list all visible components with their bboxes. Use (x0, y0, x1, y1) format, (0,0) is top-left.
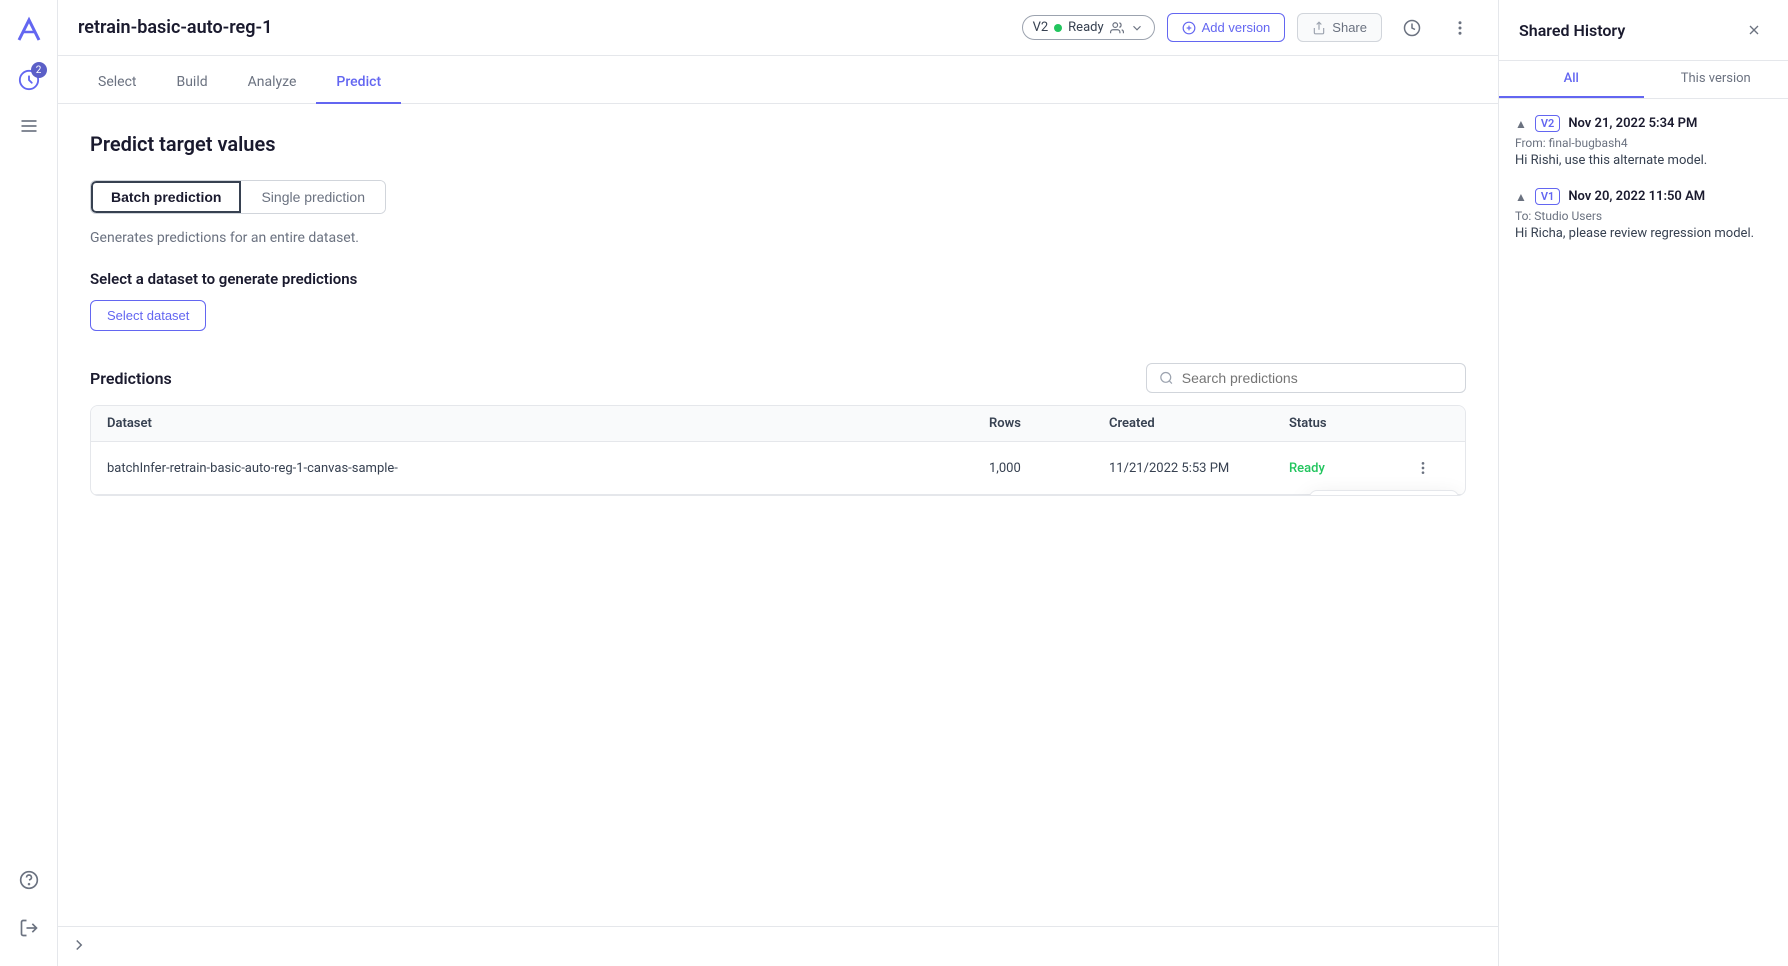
history-item-2-date: Nov 20, 2022 11:50 AM (1568, 189, 1705, 204)
cell-rows: 1,000 (989, 461, 1109, 476)
nav-icon-with-badge[interactable]: 2 (9, 60, 49, 100)
version-badge[interactable]: V2 Ready (1022, 15, 1155, 40)
panel-header: Shared History (1499, 0, 1788, 61)
notification-badge: 2 (31, 62, 47, 78)
history-item-1-msg: Hi Rishi, use this alternate model. (1515, 153, 1772, 168)
history-item-1-header: ▲ V2 Nov 21, 2022 5:34 PM (1515, 115, 1772, 132)
col-actions (1409, 416, 1449, 431)
page-title: retrain-basic-auto-reg-1 (78, 17, 1010, 38)
select-dataset-label: Select a dataset to generate predictions (90, 270, 1466, 288)
table-row: batchInfer-retrain-basic-auto-reg-1-canv… (91, 442, 1465, 495)
table-header: Dataset Rows Created Status (91, 406, 1465, 442)
panel-tab-this-version[interactable]: This version (1644, 61, 1788, 98)
more-options-icon[interactable] (1442, 10, 1478, 46)
history-item-1-from: From: final-bugbash4 (1515, 136, 1772, 150)
tab-select[interactable]: Select (78, 62, 156, 104)
shared-history-panel: Shared History All This version ▲ V2 Nov… (1498, 0, 1788, 966)
header: retrain-basic-auto-reg-1 V2 Ready (58, 0, 1498, 56)
cell-dataset: batchInfer-retrain-basic-auto-reg-1-canv… (107, 461, 989, 476)
add-version-button[interactable]: Add version (1167, 13, 1286, 42)
cell-status: Ready (1289, 461, 1409, 476)
search-icon (1159, 370, 1174, 386)
history-item-2-to: To: Studio Users (1515, 209, 1772, 223)
close-panel-button[interactable] (1740, 16, 1768, 44)
predict-page-title: Predict target values (90, 132, 1466, 156)
collapse-arrow-2[interactable]: ▲ (1515, 190, 1527, 204)
row-more-button[interactable] (1409, 454, 1437, 482)
history-item-1: ▲ V2 Nov 21, 2022 5:34 PM From: final-bu… (1515, 115, 1772, 168)
share-button[interactable]: Share (1297, 13, 1382, 42)
predictions-table: Dataset Rows Created Status batchInfer-r… (90, 405, 1466, 496)
left-sidebar: 2 (0, 0, 58, 966)
panel-tabs: All This version (1499, 61, 1788, 99)
share-icon (1312, 21, 1326, 35)
col-status: Status (1289, 416, 1409, 431)
prediction-type-tabs: Batch prediction Single prediction (90, 180, 386, 214)
logout-icon[interactable] (9, 908, 49, 948)
history-version-badge-2: V1 (1535, 188, 1560, 205)
cell-created: 11/21/2022 5:53 PM (1109, 461, 1289, 476)
app-logo[interactable] (11, 12, 47, 48)
sidebar-icon-menu[interactable] (9, 106, 49, 146)
nav-tabs: Select Build Analyze Predict (58, 56, 1498, 104)
history-version-badge-1: V2 (1535, 115, 1560, 132)
history-icon[interactable] (1394, 10, 1430, 46)
bottom-bar (58, 926, 1498, 966)
panel-tab-all[interactable]: All (1499, 61, 1644, 98)
users-icon (1110, 21, 1124, 35)
history-item-2-msg: Hi Richa, please review regression model… (1515, 226, 1772, 241)
predictions-header: Predictions (90, 363, 1466, 393)
predictions-title: Predictions (90, 369, 172, 388)
context-menu: Preview Download Delete (1309, 490, 1459, 496)
col-dataset: Dataset (107, 416, 989, 431)
tab-analyze[interactable]: Analyze (228, 62, 317, 104)
help-icon[interactable] (9, 860, 49, 900)
status-dot (1054, 24, 1062, 32)
plus-icon (1182, 21, 1196, 35)
main-content: retrain-basic-auto-reg-1 V2 Ready (58, 0, 1498, 966)
history-item-2-header: ▲ V1 Nov 20, 2022 11:50 AM (1515, 188, 1772, 205)
search-input[interactable] (1182, 370, 1453, 386)
version-label: V2 (1033, 20, 1049, 35)
main-area: Predict target values Batch prediction S… (58, 104, 1498, 926)
tab-build[interactable]: Build (156, 62, 227, 104)
generates-text: Generates predictions for an entire data… (90, 230, 1466, 246)
history-item-1-date: Nov 21, 2022 5:34 PM (1568, 116, 1697, 131)
context-menu-preview[interactable]: Preview (1310, 495, 1458, 496)
collapse-arrow-1[interactable]: ▲ (1515, 117, 1527, 131)
tab-predict[interactable]: Predict (316, 62, 401, 104)
expand-button[interactable] (70, 936, 88, 958)
cell-actions: Preview Download Delete (1409, 454, 1449, 482)
search-box (1146, 363, 1466, 393)
panel-content: ▲ V2 Nov 21, 2022 5:34 PM From: final-bu… (1499, 99, 1788, 966)
single-prediction-tab[interactable]: Single prediction (241, 181, 385, 213)
col-rows: Rows (989, 416, 1109, 431)
col-created: Created (1109, 416, 1289, 431)
history-item-2: ▲ V1 Nov 20, 2022 11:50 AM To: Studio Us… (1515, 188, 1772, 241)
status-label: Ready (1068, 20, 1103, 35)
chevron-down-icon (1130, 21, 1144, 35)
panel-title: Shared History (1519, 21, 1625, 40)
select-dataset-button[interactable]: Select dataset (90, 300, 206, 331)
batch-prediction-tab[interactable]: Batch prediction (91, 181, 241, 213)
